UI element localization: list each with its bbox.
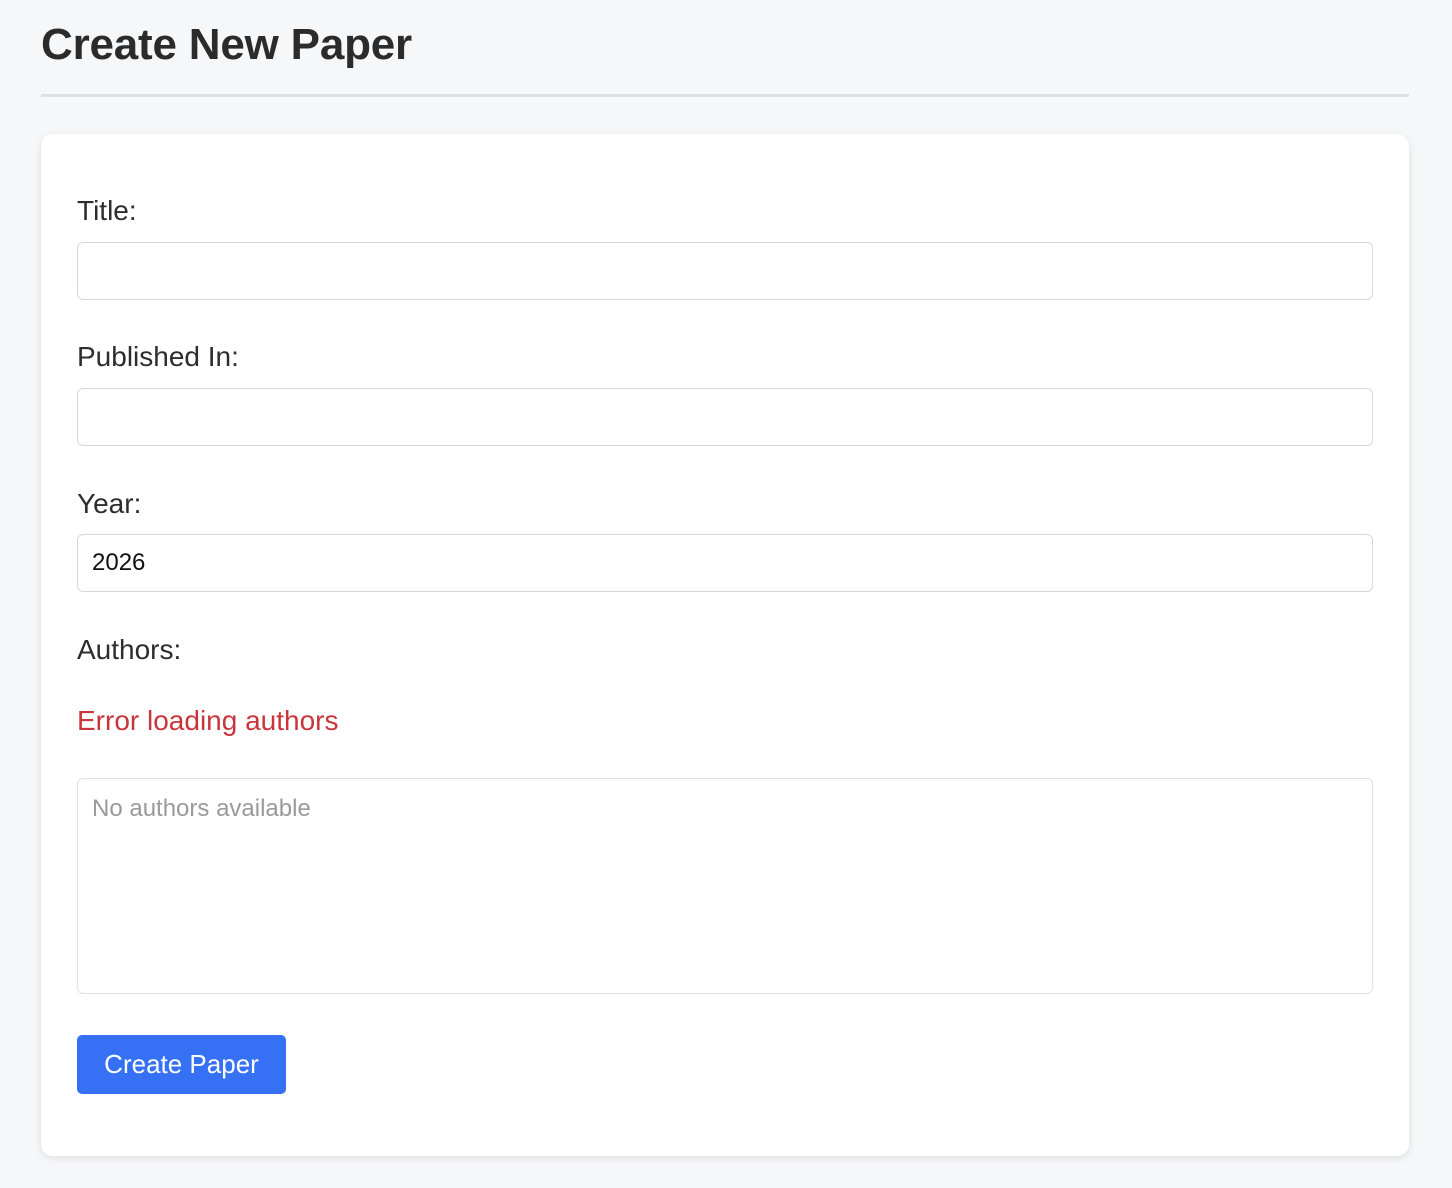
header-divider — [41, 94, 1409, 97]
published-in-label: Published In: — [77, 341, 239, 372]
title-label: Title: — [77, 195, 137, 226]
authors-select[interactable]: No authors available — [77, 778, 1373, 994]
published-in-input[interactable] — [77, 388, 1373, 446]
create-paper-button[interactable]: Create Paper — [77, 1035, 286, 1094]
page-title: Create New Paper — [41, 20, 412, 69]
authors-label: Authors: — [77, 634, 182, 665]
page: Create New Paper Title: Published In: Ye… — [41, 0, 1409, 1156]
create-paper-form: Title: Published In: Year: Authors: Erro… — [41, 134, 1409, 1156]
year-input[interactable] — [77, 534, 1373, 592]
authors-empty-message: No authors available — [92, 795, 311, 822]
authors-error-message: Error loading authors — [77, 705, 339, 736]
title-input[interactable] — [77, 242, 1373, 300]
year-label: Year: — [77, 488, 142, 519]
